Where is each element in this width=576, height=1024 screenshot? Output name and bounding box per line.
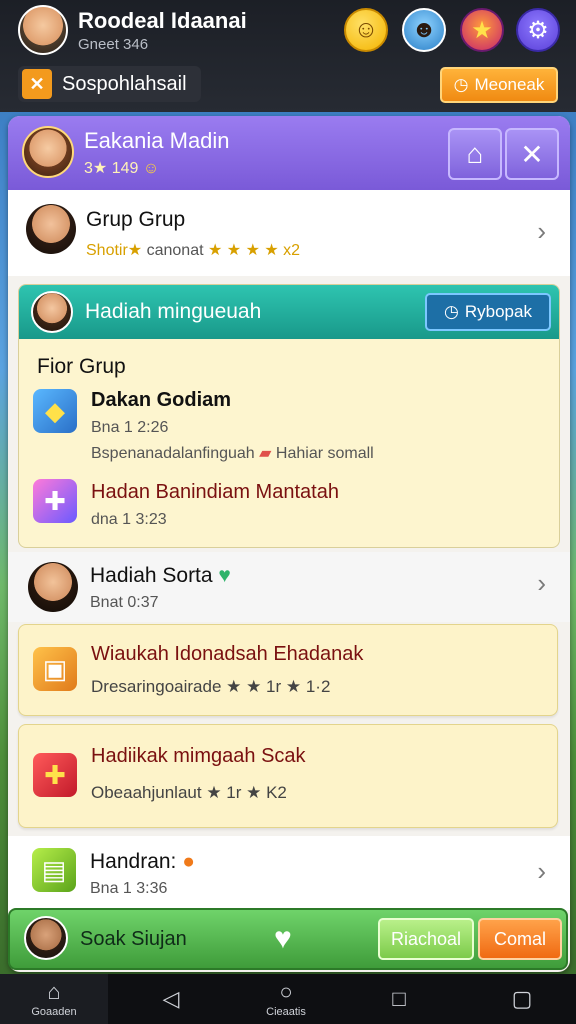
nav-bar: ⌂ Goaaden ◁ ○ Cieaatis □ ▢ xyxy=(0,974,576,1024)
bottom-label: Soak Siujan xyxy=(80,928,187,950)
gear-icon: ⚙ xyxy=(527,16,549,44)
group-title: Grup Grup xyxy=(86,208,186,231)
nav-center-label: Cieaatis xyxy=(266,1006,306,1018)
face-icon: ☻ xyxy=(411,16,437,43)
square-icon: □ xyxy=(392,986,406,1011)
nav-recent[interactable]: □ xyxy=(376,974,422,1024)
panel-header: Eakania Madin 3★ 149 ☺ ⌂ ✕ xyxy=(8,116,570,190)
green-action-button[interactable]: Riachoal xyxy=(378,918,474,960)
chest-icon: ▤ xyxy=(32,848,76,892)
profile-sub: 3★ 149 ☺ xyxy=(84,158,159,178)
trophy-button[interactable]: ★ xyxy=(460,8,504,52)
quest-label: Sospohlahsail xyxy=(62,72,187,95)
weekly-gift-button[interactable]: ◷ Rybopak xyxy=(425,293,551,331)
clock-icon: ◷ xyxy=(444,302,459,321)
clock-icon: ◷ xyxy=(453,75,469,94)
bottom-action-bar: Soak Siujan ♥ Riachoal Comal xyxy=(8,908,568,970)
gift-item[interactable]: ✚ Hadan Banindiam Mantatah dna 1 3:23 xyxy=(19,473,559,543)
circle-icon: ○ xyxy=(279,979,293,1004)
bottom-avatar xyxy=(24,916,68,960)
gift-avatar xyxy=(31,291,73,333)
trophy-icon: ★ xyxy=(471,16,493,44)
weekly-gift-title: Hadiah mingueuah xyxy=(85,300,262,323)
quest-icon: ✕ xyxy=(22,69,52,99)
gift-item-time: dna 1 3:23 xyxy=(91,511,167,528)
chevron-right-icon: › xyxy=(537,216,546,246)
sorta-title-text: Hadiah Sorta xyxy=(90,564,213,587)
reward-card[interactable]: ✚ Hadiikak mimgaah Scak Obeaahjunlaut ★ … xyxy=(18,724,558,828)
gift-item-title: Hadan Banindiam Mantatah xyxy=(91,481,339,503)
nav-profile[interactable]: ▢ xyxy=(492,974,552,1024)
nav-center[interactable]: ○ Cieaatis xyxy=(246,974,326,1024)
group-avatar xyxy=(26,204,76,254)
gift-icon: ✚ xyxy=(33,479,77,523)
home-button[interactable]: ⌂ xyxy=(448,128,502,180)
group-sub-prefix: Shotir★ xyxy=(86,242,143,259)
profile-avatar[interactable] xyxy=(22,126,74,178)
handran-row[interactable]: ▤ Handran: ● Bna 1 3:36 › xyxy=(8,836,570,910)
treasure-icon: ▣ xyxy=(33,647,77,691)
gift-item-note: Bspenanadalanfinguah ▰ Hahiar somall xyxy=(91,443,374,463)
card-title: Hadiikak mimgaah Scak xyxy=(91,745,306,767)
main-panel: Eakania Madin 3★ 149 ☺ ⌂ ✕ Grup Grup Sho… xyxy=(8,116,570,972)
section-label: Fior Grup xyxy=(37,355,126,378)
home-icon: ⌂ xyxy=(47,979,61,1004)
card-sub: Obeaahjunlaut ★ 1r ★ K2 xyxy=(91,783,287,802)
cube-icon: ◆ xyxy=(33,389,77,433)
gift-box-icon: ✚ xyxy=(33,753,77,797)
nav-home-label: Goaaden xyxy=(31,1006,77,1018)
chevron-right-icon: › xyxy=(537,568,546,598)
nav-back[interactable]: ◁ xyxy=(146,974,196,1024)
home-icon: ⌂ xyxy=(466,138,484,169)
card-title: Wiaukah Idonadsah Ehadanak xyxy=(91,643,364,665)
friends-button[interactable]: ☻ xyxy=(402,8,446,52)
reward-card[interactable]: ▣ Wiaukah Idonadsah Ehadanak Dresaringoa… xyxy=(18,624,558,716)
weekly-gift-button-label: Rybopak xyxy=(464,302,532,321)
profile-icon: ▢ xyxy=(511,986,533,1011)
chevron-right-icon: › xyxy=(537,856,546,886)
sorta-avatar xyxy=(28,562,78,612)
handran-title: Handran: ● xyxy=(90,850,195,874)
weekly-gift-section: Hadiah mingueuah ◷ Rybopak Fior Grup ◆ D… xyxy=(18,284,560,548)
group-sub-suffix: ★ ★ ★ ★ x2 xyxy=(207,242,301,259)
group-row[interactable]: Grup Grup Shotir★ canonat ★ ★ ★ ★ x2 › xyxy=(8,190,570,276)
gift-item-note-tag: Hahiar somall xyxy=(275,445,374,462)
handran-title-text: Handran: xyxy=(90,850,177,873)
pill-icon: ▰ xyxy=(259,445,272,462)
gift-item-note-text: Bspenanadalanfinguah xyxy=(91,445,255,462)
profile-name: Eakania Madin xyxy=(84,128,230,153)
player-name: Roodeal Idaanai xyxy=(78,8,247,33)
heart-icon: ♥ xyxy=(218,564,231,587)
smile-icon: ☺ xyxy=(353,16,379,43)
badge-icon: ● xyxy=(182,850,195,873)
sorta-title: Hadiah Sorta ♥ xyxy=(90,564,231,588)
nav-home[interactable]: ⌂ Goaaden xyxy=(0,974,108,1024)
heart-icon[interactable]: ♥ xyxy=(274,922,292,956)
smile-icon: ☺ xyxy=(142,160,160,177)
handran-sub: Bna 1 3:36 xyxy=(90,880,168,897)
sorta-sub: Bnat 0:37 xyxy=(90,594,159,611)
player-sub: Gneet 346 xyxy=(78,36,149,53)
quest-action-label: Meoneak xyxy=(474,75,545,94)
close-icon: ✕ xyxy=(520,138,544,170)
player-avatar[interactable] xyxy=(18,5,68,55)
settings-button[interactable]: ⚙ xyxy=(516,8,560,52)
orange-action-button[interactable]: Comal xyxy=(478,918,562,960)
gift-item[interactable]: ◆ Dakan Godiam Bna 1 2:26 Bspenanadalanf… xyxy=(19,385,559,465)
profile-sub-text: 3★ 149 xyxy=(84,160,139,177)
top-bar: Roodeal Idaanai Gneet 346 ☺ ☻ ★ ⚙ ✕ Sosp… xyxy=(0,0,576,112)
back-icon: ◁ xyxy=(162,986,180,1011)
group-sub-text: canonat xyxy=(146,242,204,259)
gift-item-time: Bna 1 2:26 xyxy=(91,419,169,436)
sorta-row[interactable]: Hadiah Sorta ♥ Bnat 0:37 › xyxy=(8,552,570,622)
quest-badge[interactable]: ✕ Sospohlahsail xyxy=(18,66,201,102)
close-button[interactable]: ✕ xyxy=(505,128,559,180)
weekly-gift-header: Hadiah mingueuah ◷ Rybopak xyxy=(19,285,559,339)
emoji-button[interactable]: ☺ xyxy=(344,8,388,52)
card-sub: Dresaringoairade ★ ★ 1r ★ 1·2 xyxy=(91,677,331,696)
gift-item-title: Dakan Godiam xyxy=(91,389,232,411)
quest-action-button[interactable]: ◷ Meoneak xyxy=(440,67,558,103)
group-sub: Shotir★ canonat ★ ★ ★ ★ x2 xyxy=(86,240,300,260)
